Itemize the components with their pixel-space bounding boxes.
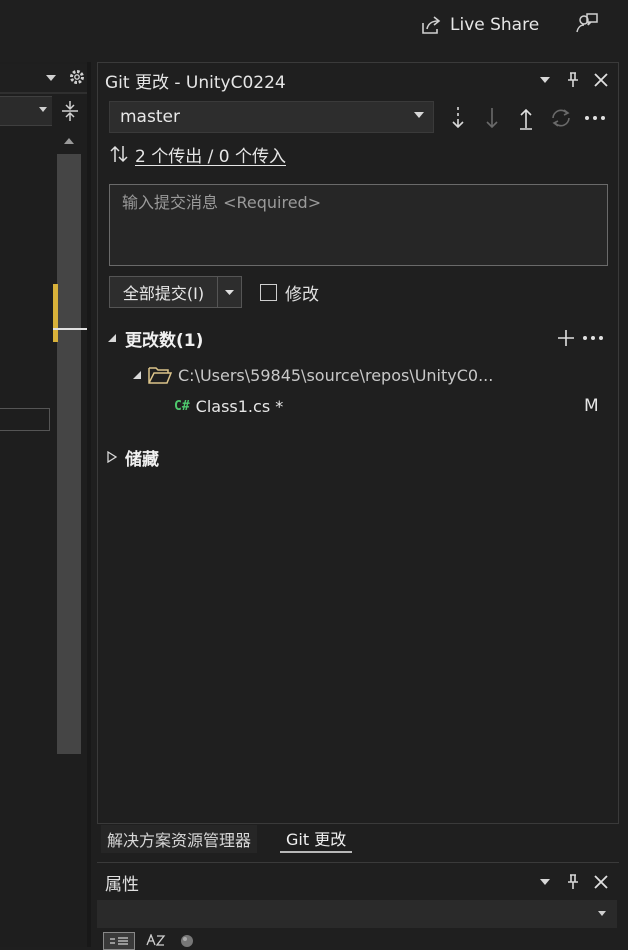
git-actions: [446, 102, 606, 134]
share-icon: [420, 15, 442, 35]
branch-dropdown[interactable]: master: [109, 101, 434, 133]
chevron-down-icon[interactable]: [42, 68, 60, 88]
git-changes-panel: [97, 62, 619, 824]
alphabetical-icon[interactable]: [143, 932, 169, 948]
sync-icon[interactable]: [548, 104, 574, 132]
amend-option[interactable]: 修改: [260, 280, 319, 305]
scroll-position-line: [53, 328, 87, 330]
tab-solution-explorer[interactable]: 解决方案资源管理器: [101, 825, 258, 853]
left-header-rule: [0, 92, 88, 94]
outgoing-incoming-link[interactable]: 2 个传出 / 0 个传入: [135, 142, 286, 167]
live-share-button[interactable]: Live Share: [420, 12, 539, 38]
changed-file-item[interactable]: C# Class1.cs *: [174, 393, 608, 419]
properties-object-dropdown[interactable]: [97, 900, 617, 928]
commit-all-split-button: 全部提交(I): [109, 276, 242, 308]
properties-toolbar: [103, 932, 197, 950]
chevron-down-icon: [413, 111, 425, 119]
file-name: Class1.cs *: [195, 396, 284, 416]
commit-options-button[interactable]: [218, 276, 242, 308]
properties-title: 属性: [105, 874, 139, 895]
push-icon[interactable]: [514, 104, 538, 132]
feedback-icon[interactable]: [574, 10, 600, 36]
changes-section-title: 更改数(1): [125, 330, 204, 351]
vertical-scrollbar[interactable]: [57, 154, 81, 754]
pull-icon[interactable]: [480, 104, 504, 132]
more-icon[interactable]: [582, 328, 604, 348]
chevron-down-icon: [597, 910, 607, 917]
amend-label: 修改: [285, 284, 319, 305]
property-pages-icon[interactable]: [177, 932, 197, 948]
stashes-section-header[interactable]: 储藏: [107, 444, 159, 470]
close-icon[interactable]: [592, 873, 610, 891]
pin-icon[interactable]: [564, 71, 582, 89]
tab-label: Git 更改: [286, 830, 347, 849]
commit-all-button[interactable]: 全部提交(I): [109, 276, 218, 308]
split-icon[interactable]: [58, 98, 82, 124]
left-dropdown[interactable]: [0, 96, 52, 126]
folder-path: C:\Users\59845\source\repos\UnityC0...: [178, 365, 494, 385]
live-share-label: Live Share: [450, 15, 540, 35]
stashes-section-title: 储藏: [125, 449, 159, 470]
stage-all-icon[interactable]: [556, 328, 576, 348]
properties-title-actions: [536, 868, 610, 896]
close-icon[interactable]: [592, 71, 610, 89]
up-down-arrows-icon: [109, 144, 129, 164]
commit-message-placeholder: 输入提交消息 <Required>: [122, 193, 322, 212]
folder-tree-item[interactable]: C:\Users\59845\source\repos\UnityC0...: [132, 362, 602, 388]
branch-name: master: [120, 107, 180, 127]
categorized-icon[interactable]: [103, 932, 135, 950]
amend-checkbox[interactable]: [260, 283, 277, 301]
changes-actions: [556, 325, 604, 351]
changes-section-header[interactable]: 更改数(1): [107, 325, 203, 351]
window-position-icon[interactable]: [536, 873, 554, 891]
fetch-icon[interactable]: [446, 104, 470, 132]
chevron-down-icon: [38, 106, 48, 113]
pin-icon[interactable]: [564, 873, 582, 891]
gear-icon[interactable]: [66, 66, 88, 88]
window-position-icon[interactable]: [536, 71, 554, 89]
open-folder-icon: [148, 366, 172, 384]
panel-title-actions: [536, 66, 610, 94]
csharp-file-icon: C#: [174, 398, 190, 414]
expanded-triangle-icon: [107, 333, 117, 343]
file-status-badge: M: [584, 396, 599, 416]
left-input-box[interactable]: [0, 408, 50, 431]
tab-label: 解决方案资源管理器: [107, 831, 252, 850]
panel-splitter[interactable]: [87, 62, 91, 947]
chevron-down-icon: [224, 289, 235, 296]
panel-title: Git 更改 - UnityC0224: [105, 72, 286, 93]
more-icon[interactable]: [584, 104, 606, 132]
collapsed-triangle-icon: [107, 451, 117, 463]
commit-message-input[interactable]: 输入提交消息 <Required>: [109, 184, 608, 266]
tab-git-changes[interactable]: Git 更改: [280, 825, 353, 853]
scroll-marker: [53, 284, 58, 342]
expanded-triangle-icon: [132, 370, 142, 380]
scroll-up-icon[interactable]: [60, 134, 78, 148]
outgoing-incoming: 2 个传出 / 0 个传入: [109, 142, 286, 167]
